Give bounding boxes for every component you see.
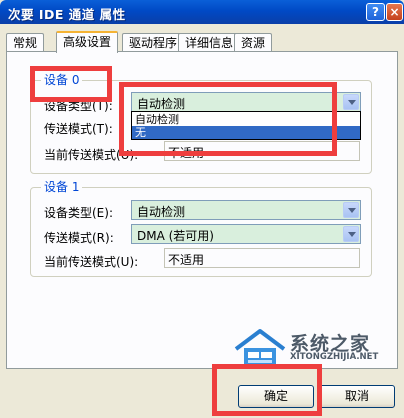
title-bar: 次要 IDE 通道 属性 ? ×	[0, 0, 404, 24]
device0-type-select[interactable]: 自动检测	[131, 92, 361, 112]
help-button[interactable]: ?	[366, 3, 385, 21]
house-logo-icon	[234, 329, 286, 366]
device1-transfer-mode-label: 传送模式(R):	[44, 231, 114, 245]
tab-driver[interactable]: 驱动程序	[122, 33, 185, 52]
device1-transfer-mode-value: DMA (若可用)	[137, 229, 214, 243]
device1-type-label: 设备类型(E):	[44, 206, 113, 220]
device0-current-mode-label: 当前传送模式(U):	[44, 148, 139, 162]
device1-group-label: 设备 1	[41, 180, 83, 194]
device0-transfer-mode-label: 传送模式(T):	[44, 122, 113, 136]
dropdown-option-auto-detect[interactable]: 自动检测	[132, 113, 360, 126]
chevron-down-icon[interactable]	[343, 226, 359, 242]
device1-current-mode-label: 当前传送模式(U):	[44, 255, 139, 269]
device0-group-label: 设备 0	[41, 73, 83, 87]
chevron-down-icon[interactable]	[343, 94, 359, 110]
watermark-en: XITONGZHIJIA.NET	[290, 352, 379, 362]
tab-resources[interactable]: 资源	[234, 33, 273, 52]
watermark: 系统之家 XITONGZHIJIA.NET	[232, 325, 402, 369]
close-button[interactable]: ×	[386, 3, 403, 21]
device0-type-label: 设备类型(T):	[44, 99, 113, 113]
tab-details[interactable]: 详细信息	[178, 33, 241, 52]
tab-advanced-settings[interactable]: 高级设置	[56, 31, 119, 53]
cancel-button[interactable]: 取消	[319, 385, 395, 408]
dropdown-option-none[interactable]: 无	[132, 126, 360, 139]
device1-current-mode-value: 不适用	[168, 253, 205, 267]
tab-general[interactable]: 常规	[6, 33, 45, 52]
device1-type-value: 自动检测	[137, 205, 186, 219]
device1-type-select[interactable]: 自动检测	[131, 200, 361, 220]
device1-transfer-mode-select[interactable]: DMA (若可用)	[131, 224, 361, 244]
device0-type-dropdown-list: 自动检测 无	[131, 111, 361, 140]
window-title: 次要 IDE 通道 属性	[8, 7, 126, 22]
chevron-down-icon[interactable]	[343, 202, 359, 218]
device0-current-mode-value: 不适用	[168, 146, 205, 160]
device0-current-mode-field: 不适用	[164, 141, 360, 161]
device0-type-value: 自动检测	[137, 97, 186, 111]
device1-current-mode-field: 不适用	[164, 248, 360, 268]
ok-button[interactable]: 确定	[238, 385, 314, 408]
